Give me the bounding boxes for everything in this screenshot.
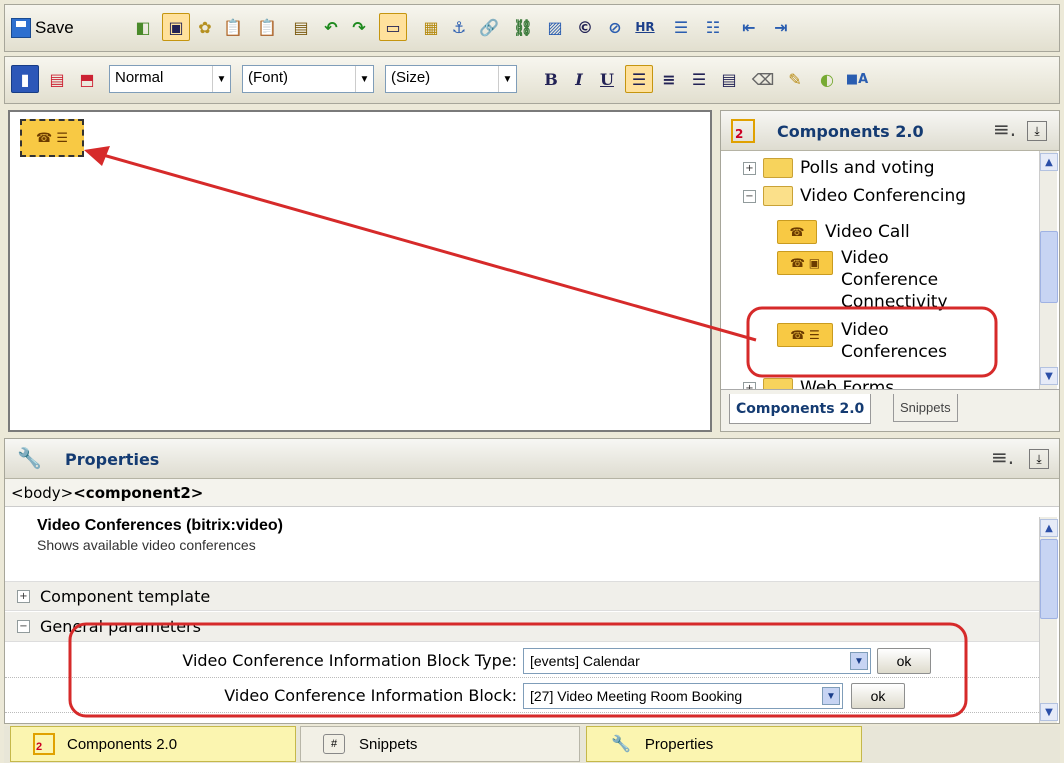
- annotation-arrow: [95, 151, 757, 342]
- highlight-video-conferences: [746, 306, 998, 378]
- annotation-overlay: [68, 146, 998, 718]
- highlight-params: [68, 622, 968, 718]
